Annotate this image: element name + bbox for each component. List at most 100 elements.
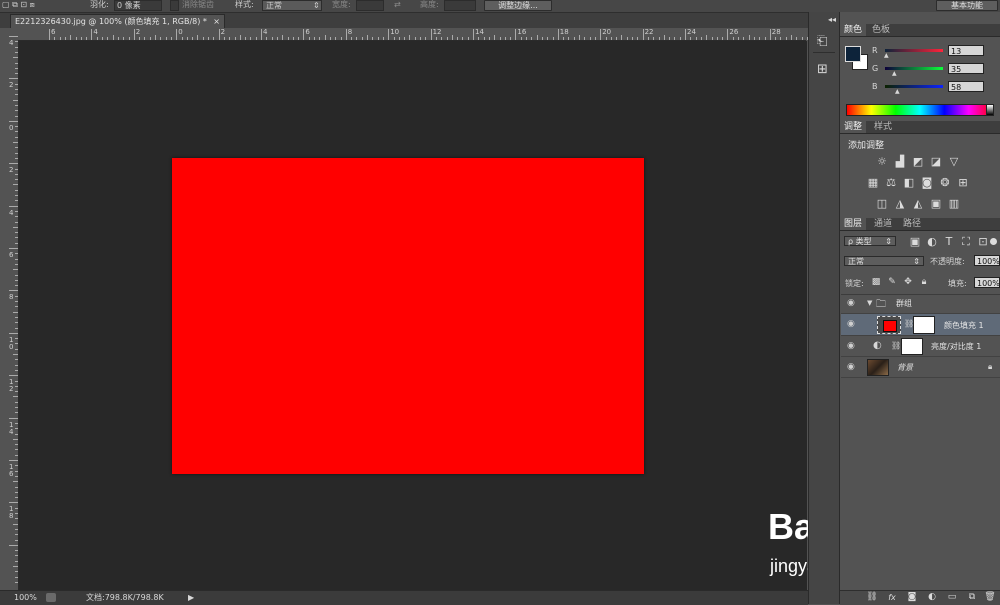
threshold-icon[interactable]: ◭ — [912, 198, 924, 209]
expand-arrow-icon[interactable]: ▼ — [867, 299, 872, 307]
ruler-tick — [15, 110, 18, 112]
properties-icon[interactable]: ⊞ — [817, 62, 828, 77]
new-layer-icon[interactable]: ⧉ — [966, 592, 978, 603]
invert-icon[interactable]: ◫ — [876, 198, 888, 209]
link-icon[interactable]: ⛓ — [866, 592, 878, 603]
document-tab[interactable]: E2212326430.jpg @ 100% (颜色填充 1, RGB/8) *… — [10, 14, 225, 28]
swap-icon[interactable]: ⇄ — [394, 0, 401, 10]
filter-toggle[interactable] — [990, 238, 997, 245]
collapse-icon[interactable]: ◂◂ — [828, 15, 836, 24]
tab-styles[interactable]: 样式 — [870, 121, 896, 133]
antialias-checkbox[interactable] — [170, 0, 179, 11]
style-select[interactable]: 正常 ⇕ — [262, 0, 322, 11]
slider-thumb[interactable]: ▲ — [884, 52, 889, 59]
adjustment-icon[interactable]: ◐ — [926, 592, 938, 603]
layer-background[interactable]: ◉ 背景 🔒︎ — [841, 357, 1000, 378]
filter-smart-icon[interactable]: ⊡ — [977, 236, 989, 247]
zoom-level[interactable]: 100% — [14, 591, 37, 604]
posterize-icon[interactable]: ◮ — [894, 198, 906, 209]
history-icon[interactable]: ⎗ — [817, 34, 827, 49]
ruler-tick — [80, 37, 82, 40]
levels-icon[interactable]: ▟ — [894, 156, 906, 167]
r-label: R — [872, 46, 878, 55]
layer-color-fill[interactable]: ◉ ⛓ 颜色填充 1 — [841, 314, 1000, 336]
width-input[interactable] — [356, 0, 384, 11]
exposure-icon[interactable]: ◪ — [930, 156, 942, 167]
height-input[interactable] — [444, 0, 476, 11]
folder-icon[interactable]: ▭ — [946, 592, 958, 603]
foreground-swatch[interactable] — [845, 46, 861, 62]
r-field[interactable]: 13 — [948, 45, 984, 56]
layer-brightness-contrast[interactable]: ◉ ◐ ⛓ 亮度/对比度 1 — [841, 336, 1000, 357]
slider-thumb[interactable]: ▲ — [892, 70, 897, 77]
tab-layers[interactable]: 图层 — [840, 218, 867, 230]
opacity-field[interactable]: 100% — [974, 255, 1000, 266]
filter-pixel-icon[interactable]: ▣ — [909, 236, 921, 247]
status-icon[interactable] — [46, 593, 56, 602]
curves-icon[interactable]: ◩ — [912, 156, 924, 167]
layer-filter-select[interactable]: ρ 类型 ⇕ — [844, 236, 896, 246]
play-icon[interactable]: ▶ — [188, 591, 194, 604]
color-spectrum-bar[interactable] — [846, 104, 994, 116]
refine-edge-button[interactable]: 调整边缘... — [484, 0, 552, 11]
selective-color-icon[interactable]: ▣ — [930, 198, 942, 209]
feather-input[interactable]: 0 像素 — [114, 0, 162, 11]
layer-group[interactable]: ◉ ▼ 🗀︎ 群组 — [841, 294, 1000, 314]
hue-saturation-icon[interactable]: ▦ — [867, 177, 879, 188]
filter-shape-icon[interactable]: ⛶ — [960, 236, 972, 247]
workspace-select[interactable]: 基本功能 — [936, 0, 998, 11]
eye-icon[interactable]: ◉ — [847, 341, 855, 351]
b-label: B — [872, 82, 878, 91]
lock-position-icon[interactable]: ✥ — [902, 277, 914, 288]
gradient-map-icon[interactable]: ▥ — [948, 198, 960, 209]
tab-channels[interactable]: 通道 — [870, 218, 896, 230]
close-icon[interactable]: × — [213, 15, 220, 28]
tab-adjustments[interactable]: 调整 — [840, 121, 867, 133]
tab-color[interactable]: 颜色 — [840, 24, 867, 36]
mask-thumbnail[interactable] — [913, 316, 935, 334]
color-lookup-icon[interactable]: ⊞ — [957, 177, 969, 188]
r-slider[interactable] — [885, 49, 943, 52]
channel-mixer-icon[interactable]: ❂ — [939, 177, 951, 188]
brightness-icon[interactable]: ☼ — [876, 156, 888, 167]
ruler-label: 28 — [771, 28, 781, 36]
color-balance-icon[interactable]: ⚖ — [885, 177, 897, 188]
ruler-tick — [15, 258, 18, 260]
fill-field[interactable]: 100% — [974, 277, 1000, 288]
g-field[interactable]: 35 — [948, 63, 984, 74]
ruler-tick — [192, 37, 194, 40]
eye-icon[interactable]: ◉ — [847, 298, 855, 308]
ruler-tick — [9, 36, 18, 37]
link-icon[interactable]: ⛓ — [891, 341, 901, 350]
ruler-tick — [202, 37, 204, 40]
fill-thumbnail[interactable] — [877, 316, 901, 334]
blend-mode-select[interactable]: 正常 ⇕ — [844, 256, 924, 266]
filter-type-icon[interactable]: T — [943, 236, 955, 247]
black-white-icon[interactable]: ◧ — [903, 177, 915, 188]
background-thumbnail[interactable] — [867, 359, 889, 376]
eye-icon[interactable]: ◉ — [847, 362, 855, 372]
marquee-mode-icon[interactable]: ▢ ⧉ ⊡ ⧇ — [2, 0, 35, 10]
vibrance-icon[interactable]: ▽ — [948, 156, 960, 167]
photo-filter-icon[interactable]: ◙ — [921, 177, 933, 188]
b-slider[interactable] — [885, 85, 943, 88]
slider-thumb[interactable]: ▲ — [895, 88, 900, 95]
b-field[interactable]: 58 — [948, 81, 984, 92]
ruler-tick — [15, 497, 18, 499]
trash-icon[interactable]: 🗑︎ — [984, 592, 996, 603]
lock-pixels-icon[interactable]: ✎ — [886, 277, 898, 288]
mask-thumbnail[interactable] — [901, 338, 923, 355]
height-label: 高度: — [420, 0, 439, 9]
document-image[interactable] — [172, 158, 644, 474]
mask-icon[interactable]: ◙ — [906, 592, 918, 603]
tab-paths[interactable]: 路径 — [899, 218, 925, 230]
fx-icon[interactable]: fx — [886, 592, 898, 603]
ruler-tick — [716, 37, 718, 40]
ruler-tick — [117, 37, 119, 40]
eye-icon[interactable]: ◉ — [847, 319, 855, 329]
filter-adjustment-icon[interactable]: ◐ — [926, 236, 938, 247]
lock-transparent-icon[interactable]: ▩ — [870, 277, 882, 288]
ruler-tick — [91, 29, 93, 40]
lock-all-icon[interactable]: 🔒︎ — [918, 277, 930, 288]
tab-swatches[interactable]: 色板 — [868, 24, 894, 36]
